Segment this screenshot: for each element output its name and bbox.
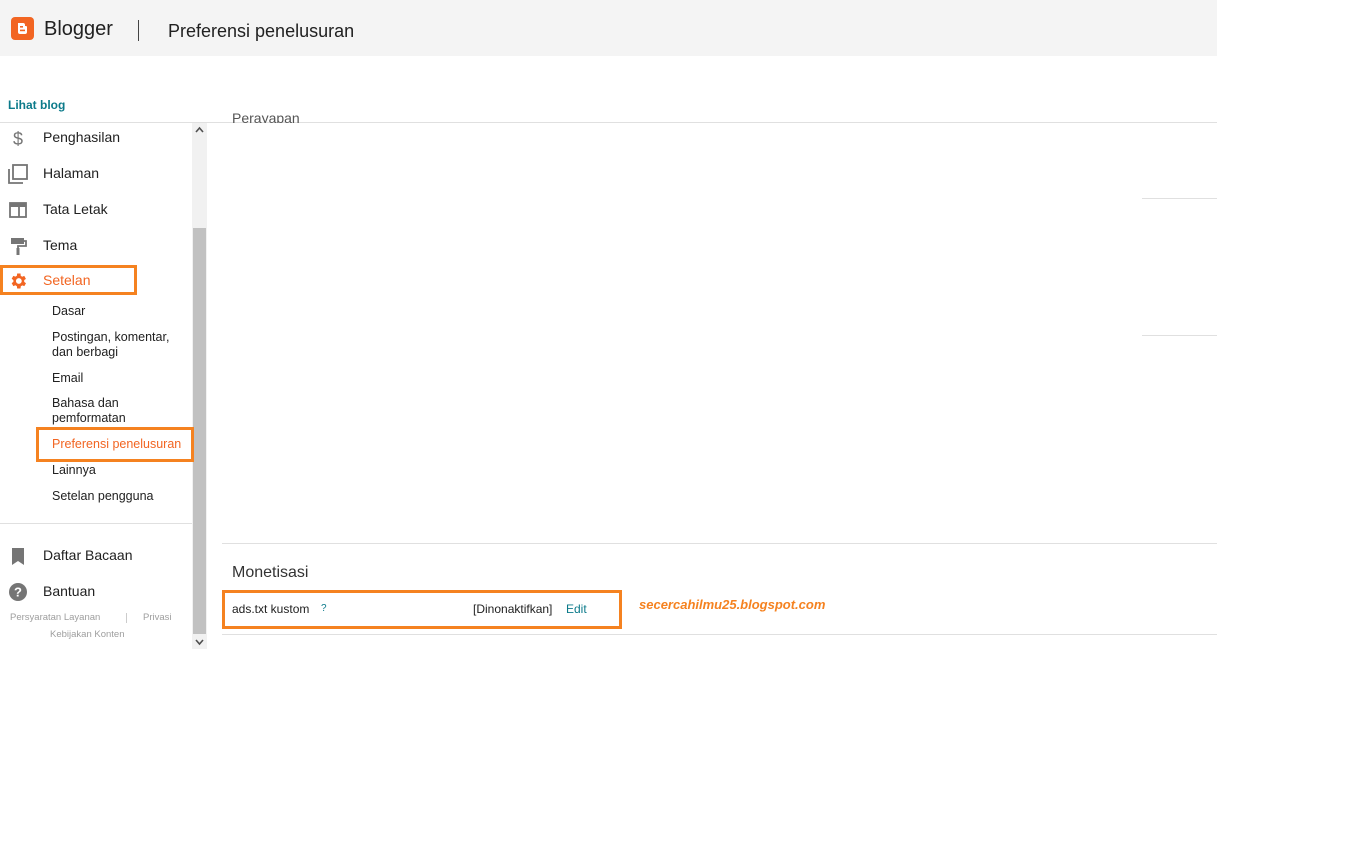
bookmark-icon bbox=[12, 548, 24, 565]
annotation-box-preferensi bbox=[36, 427, 194, 462]
sidebar-item-label: Daftar Bacaan bbox=[43, 547, 133, 563]
view-blog-link[interactable]: Lihat blog bbox=[8, 98, 65, 112]
scroll-down-arrow-icon[interactable] bbox=[193, 635, 206, 649]
subnav-bahasa[interactable]: Bahasa dan pemformatan bbox=[52, 396, 142, 426]
sidebar-item-daftar-bacaan[interactable]: Daftar Bacaan bbox=[0, 541, 192, 571]
help-icon: ? bbox=[9, 583, 27, 601]
header-divider bbox=[138, 20, 139, 41]
sidebar-item-tema[interactable]: Tema bbox=[0, 231, 192, 261]
sidebar-item-label: Penghasilan bbox=[43, 129, 121, 145]
section-divider bbox=[222, 543, 1217, 544]
pages-icon bbox=[8, 164, 28, 184]
layout-icon bbox=[9, 202, 27, 218]
sidebar-item-halaman[interactable]: Halaman bbox=[0, 159, 192, 189]
row-divider bbox=[1142, 198, 1217, 199]
paint-roller-icon bbox=[11, 238, 27, 255]
dollar-icon: $ bbox=[13, 129, 23, 148]
terms-link[interactable]: Persyaratan Layanan bbox=[10, 612, 100, 623]
sidebar-item-label: Tema bbox=[43, 237, 78, 253]
monetization-section-title: Monetisasi bbox=[232, 564, 309, 581]
scrollbar-thumb[interactable] bbox=[193, 228, 206, 634]
subnav-lainnya[interactable]: Lainnya bbox=[52, 463, 96, 478]
watermark-text: secercahilmu25.blogspot.com bbox=[639, 597, 826, 612]
sidebar-item-penghasilan[interactable]: $ Penghasilan bbox=[0, 123, 192, 153]
sidebar-scrollbar[interactable] bbox=[192, 123, 207, 649]
top-app-bar: Blogger Preferensi penelusuran bbox=[0, 0, 1217, 56]
sidebar-item-label: Halaman bbox=[43, 165, 100, 181]
section-heading-clipped: Perayapan bbox=[232, 110, 300, 123]
sidebar-divider bbox=[0, 523, 192, 524]
annotation-box-ads-txt bbox=[222, 590, 622, 629]
subnav-email[interactable]: Email bbox=[52, 371, 83, 386]
page-title: Preferensi penelusuran bbox=[168, 21, 355, 41]
annotation-box-setelan bbox=[0, 265, 137, 295]
content-policy-link[interactable]: Kebijakan Konten bbox=[50, 629, 124, 640]
sidebar-item-bantuan[interactable]: ? Bantuan bbox=[0, 577, 192, 607]
svg-text:?: ? bbox=[14, 585, 22, 600]
sidebar-item-label: Bantuan bbox=[43, 583, 96, 599]
row-divider bbox=[1142, 335, 1217, 336]
blogger-logo-icon[interactable] bbox=[11, 17, 34, 40]
svg-text:$: $ bbox=[13, 129, 23, 148]
brand-name: Blogger bbox=[44, 18, 113, 40]
section-divider bbox=[222, 634, 1217, 635]
scroll-up-arrow-icon[interactable] bbox=[193, 123, 206, 137]
subnav-setelan-pengguna[interactable]: Setelan pengguna bbox=[52, 489, 153, 504]
sidebar-item-tata-letak[interactable]: Tata Letak bbox=[0, 195, 192, 225]
subnav-postingan[interactable]: Postingan, komentar, dan berbagi bbox=[52, 330, 182, 360]
sidebar-item-label: Tata Letak bbox=[43, 201, 108, 217]
privacy-link[interactable]: Privasi bbox=[143, 612, 172, 623]
sidebar-nav: $ Penghasilan Halaman Tata Letak Tema Se… bbox=[0, 123, 192, 649]
footer-separator bbox=[126, 613, 127, 623]
subnav-dasar[interactable]: Dasar bbox=[52, 304, 85, 319]
